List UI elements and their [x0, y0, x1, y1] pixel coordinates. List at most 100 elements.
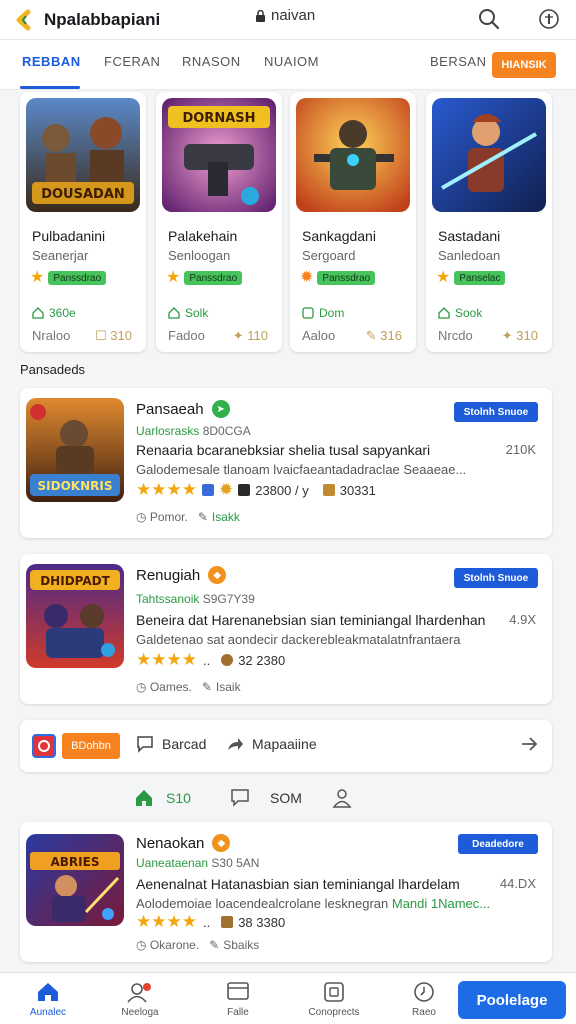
user-icon[interactable] — [332, 788, 352, 808]
rating-badge: Panssdrao — [317, 271, 376, 285]
comment-action[interactable]: Barcad — [136, 735, 206, 753]
footer-value: Isakk — [211, 510, 240, 524]
bottom-cta-button[interactable]: Poolelage — [458, 981, 566, 1019]
app-size: Nraloo — [32, 328, 71, 343]
footer-value: Sbaiks — [223, 938, 260, 952]
install-button[interactable]: Stolnh Snuoe — [454, 402, 538, 422]
featured-card[interactable]: DOUSADAN Pulbadanini Seanerjar ★ Panssdra… — [20, 92, 146, 352]
featured-card[interactable]: Sankagdani Sergoard ✹ Panssdrao Dom Aaloo… — [290, 92, 416, 352]
share-action[interactable]: Mapaaiine — [226, 735, 317, 753]
star-icon: ✹ — [300, 269, 314, 286]
featured-card[interactable]: DORNASH Palakehain Senloogan ★ Panssdrao … — [156, 92, 282, 352]
app-name: Renugiah ◆ — [136, 566, 227, 584]
app-name: Sankagdani — [302, 228, 376, 244]
tab-nuaiom[interactable]: NUAIOM — [264, 54, 319, 69]
nav-item-files[interactable]: Falle — [208, 981, 268, 1018]
arrow-right-icon[interactable] — [520, 735, 546, 753]
record-icon[interactable] — [32, 734, 56, 758]
nav-label: Falle — [227, 1007, 249, 1018]
app-size: Nrcdo — [438, 328, 473, 343]
rating-badge: Panssdrao — [48, 271, 107, 285]
app-title: Npalabbapiani — [44, 9, 161, 29]
star-icon: ★★★★ — [136, 480, 197, 499]
app-name-text: Nenaokan — [136, 834, 205, 852]
box-icon — [322, 484, 335, 496]
info-icon[interactable] — [536, 6, 562, 32]
game-art-image — [432, 98, 546, 212]
book-icon — [238, 484, 251, 496]
section-title: Pansadeds — [20, 362, 86, 377]
version-value: 310 — [516, 328, 538, 343]
tab-fceran[interactable]: FCERAN — [104, 54, 160, 69]
app-name: Palakehain — [168, 228, 238, 244]
app-description-secondary: Galodemesale tlanoam lvaicfaeantadadracl… — [136, 462, 467, 477]
shield-icon — [201, 484, 214, 496]
share-action-label: Mapaaiine — [252, 736, 317, 752]
location-label[interactable]: naivan — [256, 7, 315, 24]
nav-item-home[interactable]: Aunalec — [18, 981, 78, 1018]
nav-item-profile[interactable]: Neeloga — [110, 981, 170, 1018]
rating-row: ★★★★ .. 32 2380 — [136, 650, 285, 669]
star-icon: ★★★★ — [136, 912, 197, 931]
version-icon: ✦ — [232, 328, 248, 343]
category-text: Uarlosrasks — [136, 424, 200, 438]
review-count: 4.9X — [509, 612, 536, 627]
game-art-image: DOUSADAN — [26, 98, 140, 212]
home-icon — [32, 307, 44, 319]
app-version: ✦ 110 — [233, 328, 268, 344]
app-version: ✎ 316 — [366, 328, 402, 344]
rating-value: 38 3380 — [238, 914, 286, 930]
stat-home[interactable]: S10 — [134, 788, 191, 808]
nav-label: Conoprects — [308, 1007, 360, 1018]
developer-name: Sanledoan — [438, 248, 501, 263]
home-icon — [168, 307, 180, 319]
star-icon: ★ — [166, 269, 181, 286]
bottom-navigation: Aunalec Neeloga Falle Conoprects Raeo Po… — [0, 972, 576, 1024]
app-list-card[interactable]: DHIDPADT Renugiah ◆ Tahtssanoik S9G7Y39 B… — [20, 554, 552, 704]
app-size: Fadoo — [168, 328, 205, 343]
nav-item-rate[interactable]: Raeo — [394, 981, 454, 1018]
footer-label: Okarone. — [149, 938, 200, 952]
footer-row: ◷ Pomor. ✎ Isakk — [136, 510, 240, 524]
game-art-image — [296, 98, 410, 212]
orange-action-button[interactable]: BDohbn — [62, 733, 120, 759]
rating-value: 23800 / y — [255, 482, 309, 498]
download-button[interactable]: Deadedore — [458, 834, 538, 854]
location-text: naivan — [271, 7, 316, 24]
downloads-count: Sook — [455, 306, 483, 320]
game-art-image: SIDOKNRIS — [26, 398, 124, 502]
game-art-image: DHIDPADT — [26, 564, 124, 668]
nav-label: Raeo — [412, 1007, 436, 1018]
tag-icon: ✎ — [209, 938, 220, 952]
downloads-count: Solk — [185, 306, 209, 320]
share-icon — [228, 738, 243, 750]
code-text: S30 5AN — [211, 856, 260, 870]
tab-cta-button[interactable]: HIANSIK — [492, 52, 556, 78]
tab-bersan[interactable]: BERSAN — [430, 54, 486, 69]
art-title-text: DOUSADAN — [41, 187, 125, 202]
app-description-secondary: Galdetenao sat aondecir dackerebleakmata… — [136, 632, 461, 647]
tab-rebban[interactable]: REBBAN — [22, 54, 81, 69]
app-name-text: Renugiah — [136, 566, 201, 584]
app-list-card[interactable]: SIDOKNRIS Pansaeah ➤ Uarlosrasks 8D0CGA R… — [20, 388, 552, 538]
install-button[interactable]: Stolnh Snuoe — [454, 568, 538, 588]
home-icon — [136, 790, 152, 806]
app-description: Renaaria bcaranebksiar shelia tusal sapy… — [136, 442, 431, 458]
tab-rnason[interactable]: RNASON — [182, 54, 241, 69]
home-icon — [38, 983, 58, 1001]
badge-icon: ◆ — [208, 566, 227, 584]
nav-item-projects[interactable]: Conoprects — [304, 981, 364, 1018]
clock-icon: ◷ — [136, 510, 147, 524]
developer-name: Senloogan — [168, 248, 231, 263]
search-icon[interactable] — [476, 6, 502, 32]
stat-comments[interactable]: SOM — [230, 788, 302, 808]
featured-card[interactable]: Sastadani Sanledoan ★ Panselac Sook Nrcdo… — [426, 92, 552, 352]
version-value: 316 — [380, 328, 402, 343]
star-icon: ★★★★ — [136, 650, 197, 669]
game-art-image: ABRIES — [26, 834, 124, 926]
app-list-card[interactable]: ABRIES Nenaokan ◆ Uaneataenan S30 5AN Aen… — [20, 822, 552, 962]
version-value: 310 — [110, 328, 132, 343]
back-logo-icon[interactable] — [14, 9, 36, 31]
user-group-icon — [127, 983, 151, 1003]
desc-highlight[interactable]: Mandi 1Namec... — [392, 896, 490, 911]
